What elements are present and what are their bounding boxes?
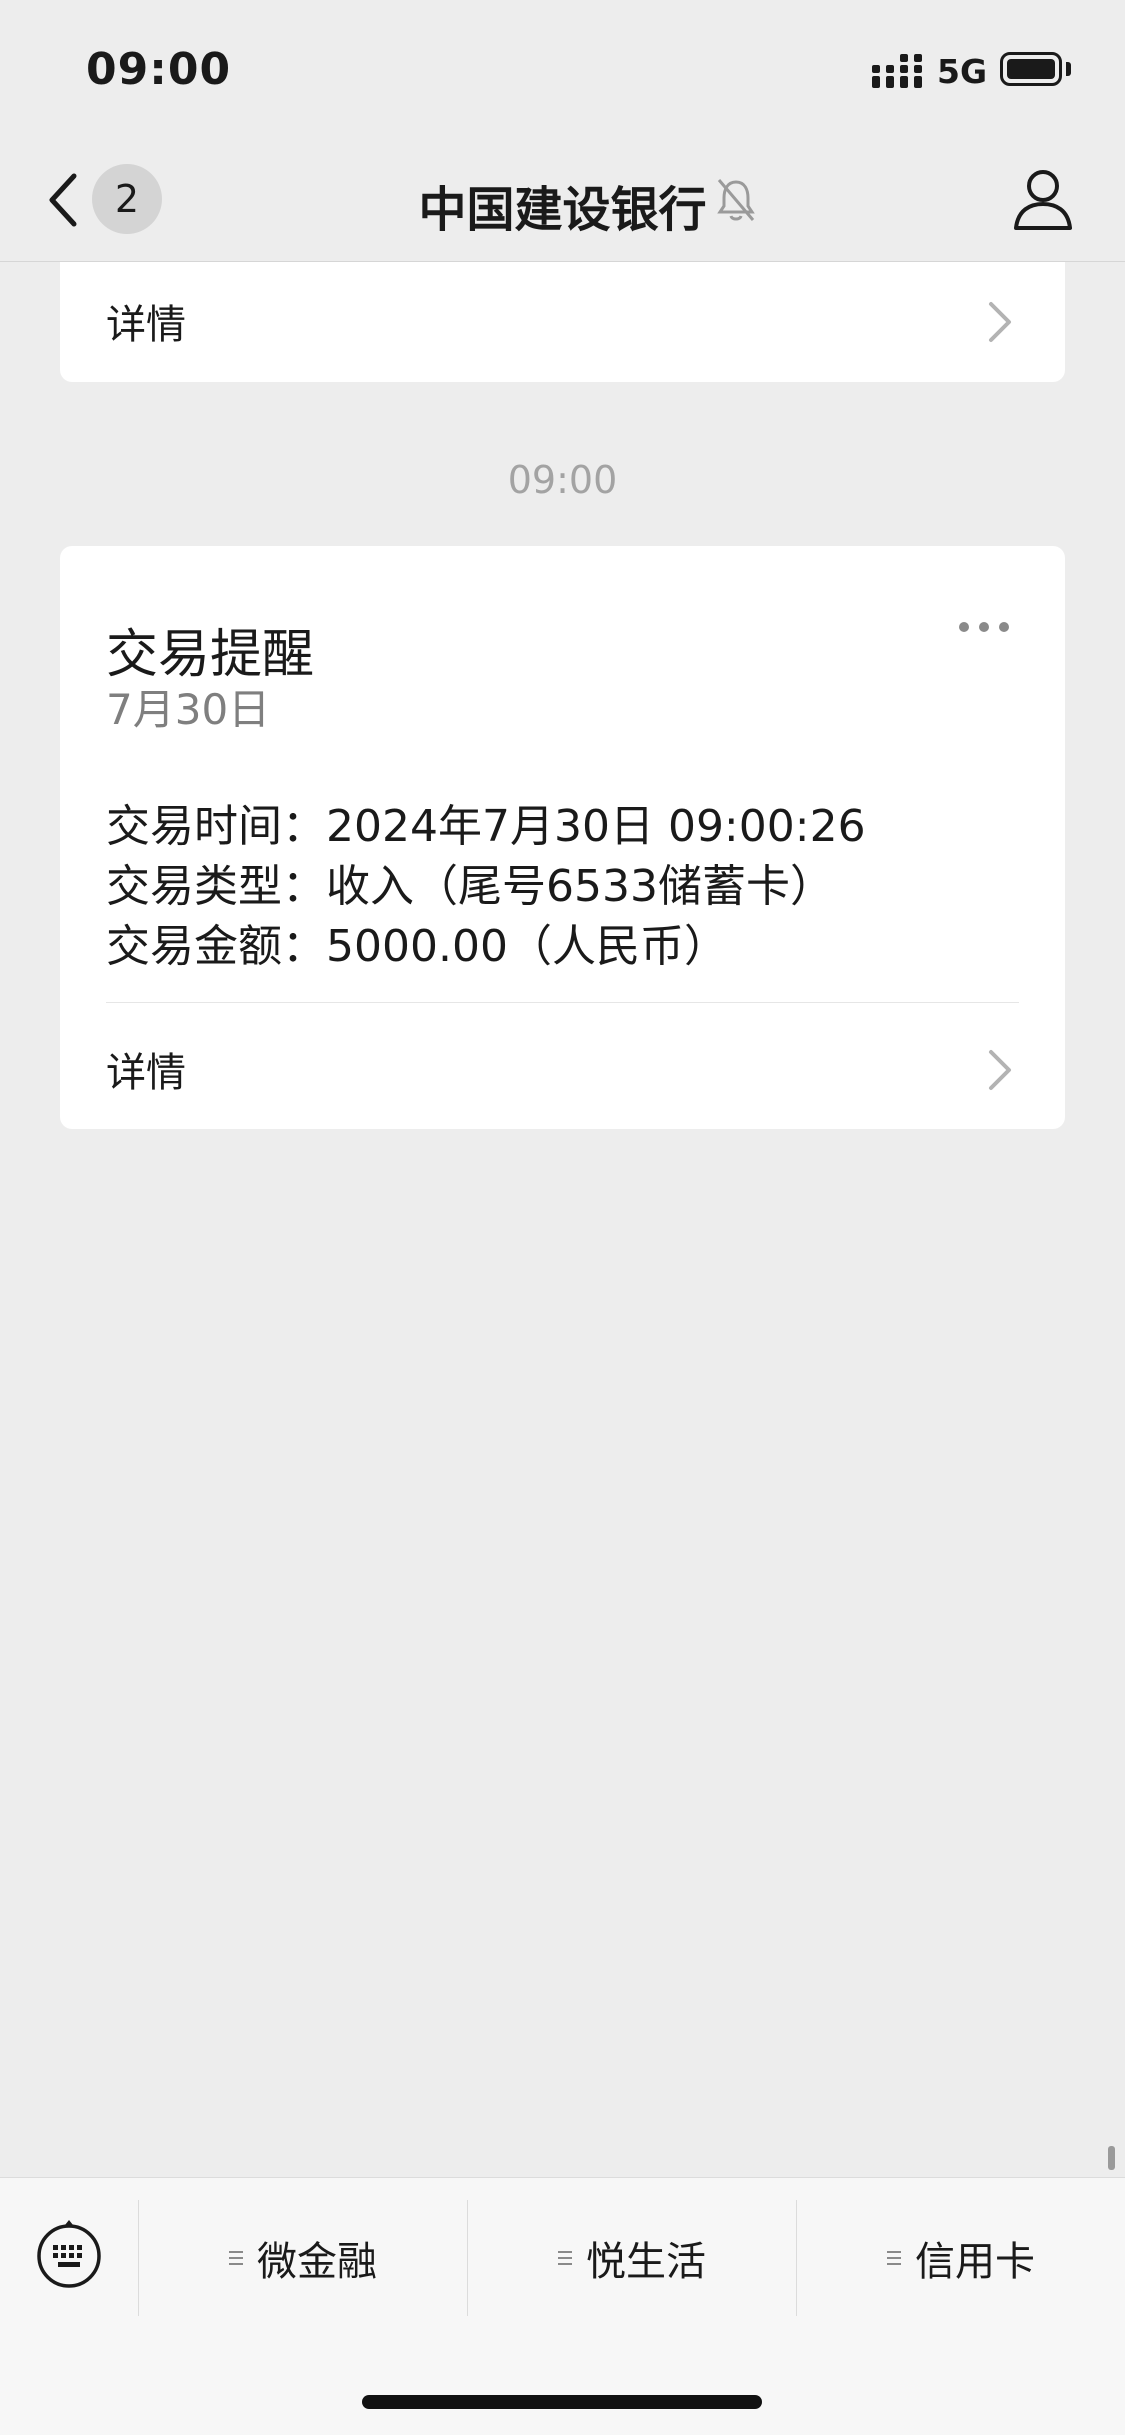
scrollbar-thumb[interactable] [1108,2146,1115,2170]
detail-label: 详情 [106,302,186,348]
chat-header: 2 中国建设银行 [0,140,1125,262]
menu-item-wei-finance[interactable]: 微金融 [139,2200,467,2316]
bell-slash-icon [717,179,755,221]
signal-strength-icon [872,54,922,88]
field-value: 收入（尾号6533储蓄卡） [326,861,834,912]
person-icon[interactable] [1012,166,1074,232]
menu-lines-icon [229,2251,243,2265]
menu-item-label: 微金融 [257,2239,377,2285]
transaction-time-field: 交易时间：2024年7月30日 09:00:26 [106,790,866,854]
menu-item-credit-card[interactable]: 信用卡 [797,2200,1125,2316]
chevron-right-icon [989,302,1011,342]
chat-title: 中国建设银行 [418,182,707,238]
menu-lines-icon [558,2251,572,2265]
chevron-right-icon [989,1050,1011,1090]
menu-item-label: 信用卡 [915,2239,1035,2285]
status-bar: 09:00 5G [0,0,1125,140]
field-key: 交易金额： [106,921,326,972]
ellipsis-icon[interactable] [957,620,1011,634]
field-value: 2024年7月30日 09:00:26 [326,801,866,852]
transaction-alert-card: 交易提醒 7月30日 交易时间：2024年7月30日 09:00:26 交易类型… [60,546,1065,1129]
battery-icon [1000,52,1062,86]
detail-label: 详情 [106,1050,186,1096]
menu-item-joy-life[interactable]: 悦生活 [468,2200,796,2316]
home-indicator[interactable] [362,2395,762,2409]
field-key: 交易类型： [106,861,326,912]
field-key: 交易时间： [106,801,326,852]
previous-detail-row[interactable]: 详情 [60,262,1065,382]
menu-item-label: 悦生活 [586,2239,706,2285]
battery-level-fill [1007,59,1055,79]
menu-lines-icon [887,2251,901,2265]
message-timestamp: 09:00 [507,458,618,502]
card-divider [106,1002,1019,1003]
keyboard-icon[interactable] [34,2218,104,2288]
status-time: 09:00 [86,44,232,95]
detail-row[interactable]: 详情 [60,1004,1065,1124]
network-type: 5G [937,52,988,91]
previous-message-card: 详情 [60,262,1065,382]
transaction-type-field: 交易类型：收入（尾号6533储蓄卡） [106,850,834,914]
battery-cap [1066,62,1071,76]
field-value: 5000.00（人民币） [326,921,728,972]
transaction-amount-field: 交易金额：5000.00（人民币） [106,910,728,974]
card-date: 7月30日 [106,685,271,734]
